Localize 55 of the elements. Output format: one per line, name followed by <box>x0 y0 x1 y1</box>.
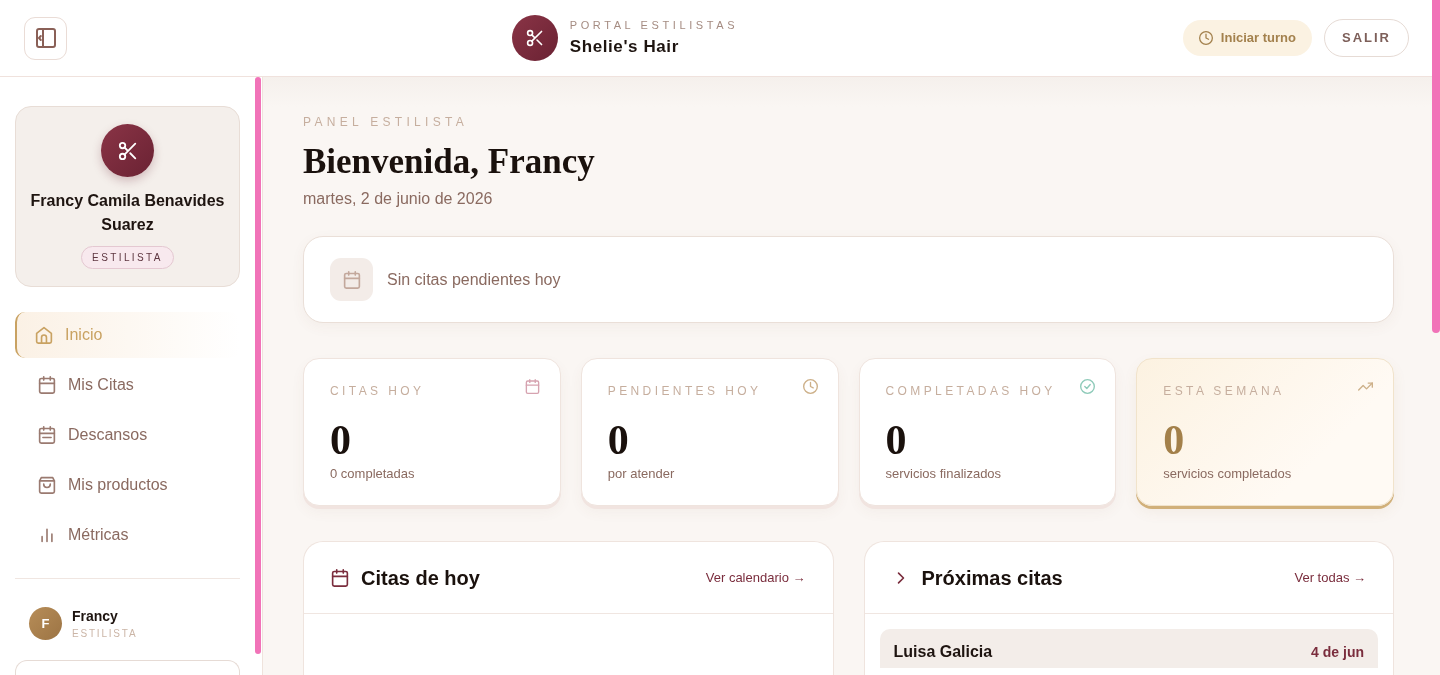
panel-title: Citas de hoy <box>361 565 480 591</box>
calendar-icon <box>524 379 540 394</box>
stat-value: 0 <box>885 418 908 462</box>
sidebar-nav-item[interactable]: Mis Citas <box>15 362 240 408</box>
sidebar-nav-item[interactable]: Métricas <box>15 512 240 558</box>
scissors-icon <box>511 15 558 61</box>
stat-label: ESTA SEMANA <box>1163 384 1286 398</box>
clock-icon <box>1198 31 1213 45</box>
stat-caption: servicios completados <box>1163 466 1293 482</box>
scrollbar-thumb[interactable] <box>1432 0 1440 333</box>
calendar-icon <box>330 258 373 301</box>
appointment-row[interactable]: Luisa Galicia 4 de jun <box>879 629 1378 668</box>
stat-caption: servicios finalizados <box>885 466 1003 482</box>
calendar-icon <box>331 568 349 587</box>
panel-link[interactable]: Ver calendario → <box>705 567 806 588</box>
brand-name: Shelie's Hair <box>569 36 680 57</box>
stat-label: COMPLETADAS HOY <box>885 384 1057 398</box>
stat-caption: 0 completadas <box>330 466 416 482</box>
stat-label: CITAS HOY <box>330 384 426 398</box>
panel-title: Próximas citas <box>921 565 1063 591</box>
brand-subtitle: PORTAL ESTILISTAS <box>569 19 739 32</box>
client-name: Luisa Galicia <box>893 642 993 662</box>
stat-label: PENDIENTES HOY <box>607 384 763 398</box>
stat-value: 0 <box>607 418 630 462</box>
panel-link[interactable]: Ver todas → <box>1294 567 1366 588</box>
panel-icon <box>34 27 57 49</box>
page-date: martes, 2 de junio de 2026 <box>303 189 494 209</box>
calendar-icon <box>38 376 56 394</box>
appointment-date: 4 de jun <box>1311 642 1364 662</box>
sidebar-logout-button[interactable] <box>15 660 240 675</box>
calendar-icon <box>38 426 56 444</box>
home-icon <box>35 326 53 344</box>
user-role: ESTILISTA <box>72 626 138 640</box>
sidebar-nav-item[interactable]: Mis productos <box>15 462 240 508</box>
user-name: Francy <box>72 607 119 625</box>
profile-name: Francy Camila Benavides Suarez <box>29 191 226 235</box>
scissors-icon <box>101 124 154 177</box>
bag-icon <box>38 476 56 494</box>
sidebar-toggle-button[interactable] <box>24 16 67 60</box>
notice-text: Sin citas pendientes hoy <box>387 269 561 290</box>
bar-chart-icon <box>38 526 56 544</box>
stat-value: 0 <box>330 418 352 462</box>
page-eyebrow: PANEL ESTILISTA <box>303 115 469 129</box>
stat-caption: por atender <box>607 466 676 482</box>
logout-button[interactable]: SALIR <box>1324 19 1409 57</box>
sidebar-nav-item[interactable]: Descansos <box>15 412 240 458</box>
check-circle-icon <box>1080 379 1096 394</box>
stat-value: 0 <box>1163 418 1186 462</box>
clock-icon <box>802 379 818 394</box>
page-title: Bienvenida, Francy <box>303 141 596 183</box>
user-avatar: F <box>29 607 62 640</box>
scrollbar-thumb[interactable] <box>255 77 261 654</box>
role-badge: ESTILISTA <box>81 246 174 269</box>
trend-up-icon <box>1358 379 1373 394</box>
start-shift-button[interactable]: Iniciar turno <box>1182 20 1312 56</box>
